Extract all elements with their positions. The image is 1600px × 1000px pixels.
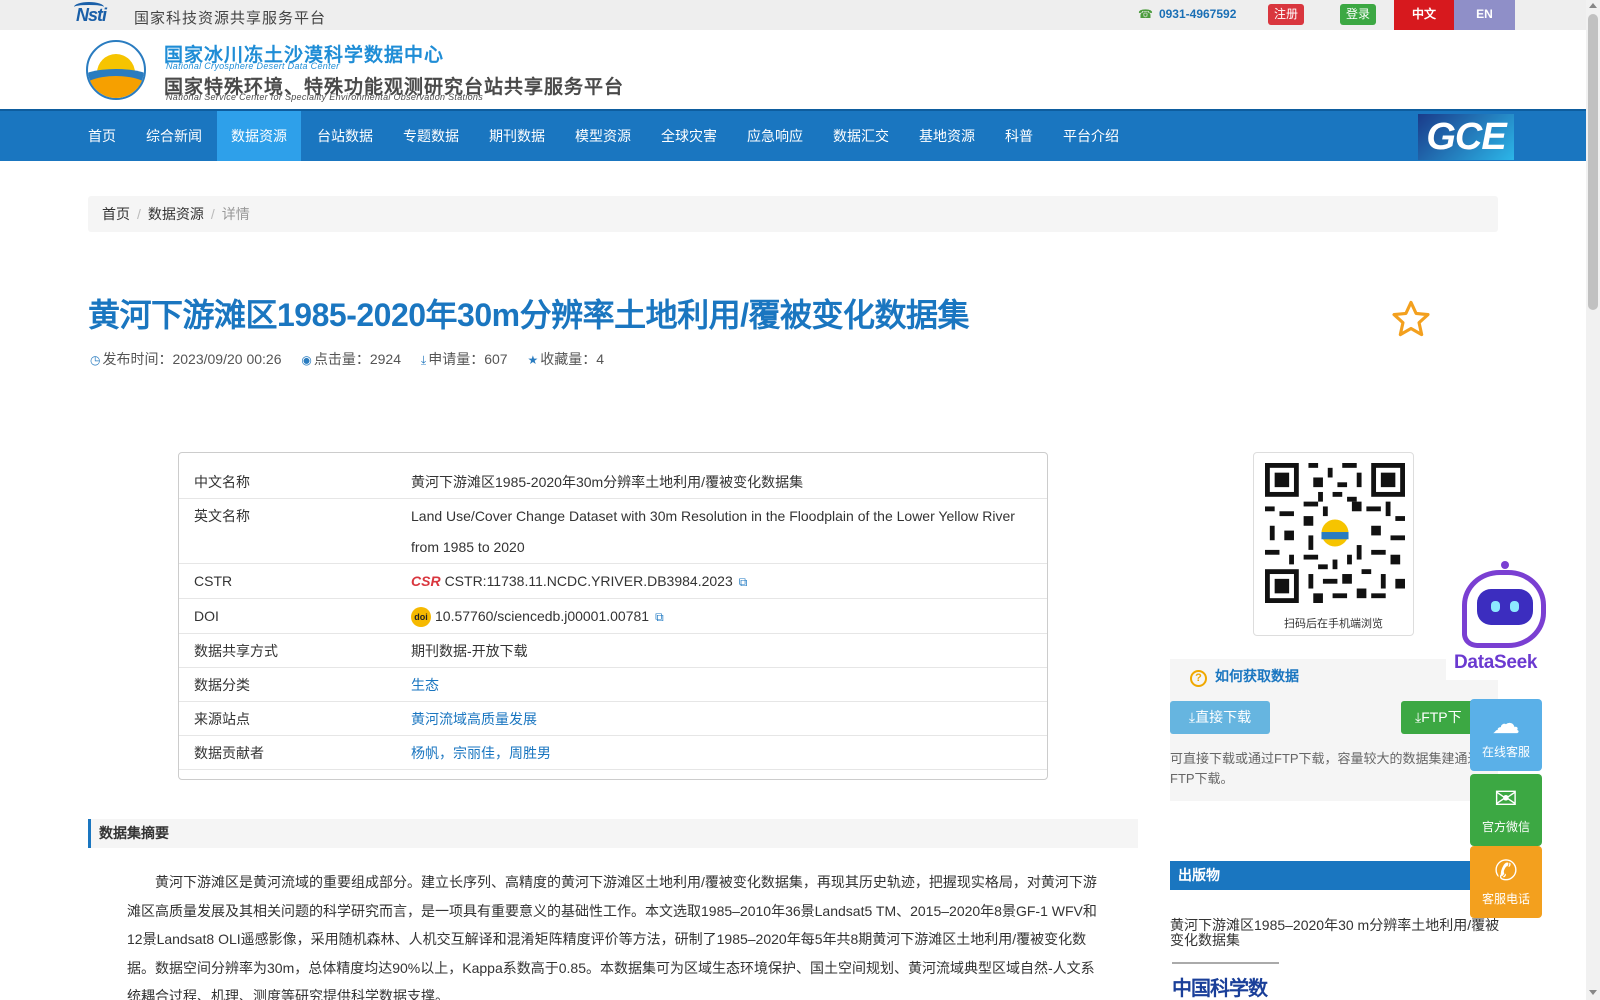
- info-row-category: 数据分类 生态: [179, 668, 1047, 702]
- scroll-up-icon[interactable]: [1589, 3, 1597, 8]
- site-header: 国家冰川冻土沙漠科学数据中心 National Cryosphere Deser…: [0, 30, 1586, 109]
- get-data-heading: ? 如何获取数据: [1190, 666, 1299, 687]
- get-data-description: 可直接下载或通过FTP下载，容量较大的数据集建通过FTP下载。: [1170, 751, 1481, 786]
- info-row-doi: DOI doi 10.57760/sciencedb.j00001.00781 ⧉: [179, 599, 1047, 634]
- info-row-cstr: CSTR CSR CSTR:11738.11.NCDC.YRIVER.DB3984…: [179, 564, 1047, 599]
- login-button[interactable]: 登录: [1340, 4, 1377, 25]
- info-row-source-station: 来源站点 黄河流域高质量发展: [179, 702, 1047, 736]
- category-link[interactable]: 生态: [411, 668, 1047, 701]
- top-bar: Nsti 国家科技资源共享服务平台 ☎ 0931-4967592 注册 登录 中文…: [0, 0, 1586, 30]
- qr-code-box: 扫码后在手机端浏览: [1253, 452, 1414, 636]
- nav-item-about[interactable]: 平台介绍: [1049, 111, 1133, 161]
- cstr-logo: CSR: [411, 573, 441, 589]
- qr-caption: 扫码后在手机端浏览: [1284, 618, 1383, 630]
- info-row-contributors: 数据贡献者 杨帆，宗丽佳，周胜男: [179, 736, 1047, 770]
- dataset-meta: ◷ 发布时间：2023/09/20 00:26 ◉ 点击量：2924 ⤓ 申请量：60…: [90, 349, 620, 369]
- nav-item-data-submission[interactable]: 数据汇交: [819, 111, 903, 161]
- clock-icon: ◷: [90, 353, 101, 367]
- external-link-icon[interactable]: ⧉: [655, 610, 664, 624]
- nav-item-emergency[interactable]: 应急响应: [733, 111, 817, 161]
- platform-title[interactable]: 国家科技资源共享服务平台: [134, 7, 326, 28]
- breadcrumb-data-resources[interactable]: 数据资源: [148, 206, 204, 222]
- publications-heading: 出版物: [1170, 861, 1498, 890]
- nav-item-base-resources[interactable]: 基地资源: [905, 111, 989, 161]
- source-station-link[interactable]: 黄河流域高质量发展: [411, 702, 1047, 735]
- nav-item-global-disasters[interactable]: 全球灾害: [647, 111, 731, 161]
- page-scrollbar[interactable]: [1586, 0, 1600, 1000]
- cstr-link[interactable]: CSTR:11738.11.NCDC.YRIVER.DB3984.2023: [445, 573, 733, 589]
- nav-item-journal-data[interactable]: 期刊数据: [475, 111, 559, 161]
- contributors-link[interactable]: 杨帆，宗丽佳，周胜男: [411, 736, 1047, 769]
- breadcrumb-current: 详情: [221, 206, 250, 222]
- page-title: 黄河下游滩区1985-2020年30m分辨率土地利用/覆被变化数据集: [88, 297, 969, 333]
- ncdc-emblem-icon[interactable]: [86, 40, 146, 100]
- nav-item-model-resources[interactable]: 模型资源: [561, 111, 645, 161]
- nav-item-popular-science[interactable]: 科普: [991, 111, 1047, 161]
- phone-number: ☎ 0931-4967592: [1138, 7, 1237, 21]
- register-button[interactable]: 注册: [1268, 4, 1305, 25]
- scroll-thumb[interactable]: [1588, 14, 1598, 310]
- doi-logo: doi: [411, 607, 431, 628]
- publish-time: ◷ 发布时间：2023/09/20 00:26: [90, 351, 282, 367]
- nav-item-topic-data[interactable]: 专题数据: [389, 111, 473, 161]
- lang-zh-button[interactable]: 中文: [1394, 0, 1454, 30]
- nav-item-station-data[interactable]: 台站数据: [303, 111, 387, 161]
- online-service-button[interactable]: ☁ 在线客服: [1470, 699, 1542, 771]
- info-row-sharing: 数据共享方式 期刊数据-开放下载: [179, 634, 1047, 668]
- direct-download-button[interactable]: ⤓直接下载: [1170, 701, 1270, 734]
- favorite-star-icon[interactable]: [1390, 298, 1432, 340]
- dataset-info-table: 中文名称 黄河下游滩区1985-2020年30m分辨率土地利用/覆被变化数据集 …: [178, 452, 1048, 780]
- breadcrumb-separator: /: [210, 206, 215, 222]
- china-scientific-data-logo[interactable]: 中国科学数据: [1172, 962, 1279, 1000]
- eye-icon: ◉: [301, 353, 312, 367]
- header-title-en: National Cryosphere Desert Data Center: [166, 61, 340, 71]
- download-icon: ⤓: [420, 353, 427, 367]
- nav-item-news[interactable]: 综合新闻: [132, 111, 216, 161]
- breadcrumb-separator: /: [137, 206, 141, 222]
- qr-code-icon: [1265, 463, 1405, 603]
- main-nav: 首页 综合新闻 数据资源 台站数据 专题数据 期刊数据 模型资源 全球灾害 应急…: [0, 109, 1586, 161]
- nav-item-home[interactable]: 首页: [74, 111, 130, 161]
- abstract-text: 黄河下游滩区是黄河流域的重要组成部分。建立长序列、高精度的黄河下游滩区土地利用/…: [127, 874, 1097, 1000]
- lang-en-button[interactable]: EN: [1454, 0, 1515, 30]
- info-row-cn-name: 中文名称 黄河下游滩区1985-2020年30m分辨率土地利用/覆被变化数据集: [179, 465, 1047, 499]
- chat-bubble-icon: ☁: [1492, 708, 1520, 739]
- phone-icon: ✆: [1494, 855, 1518, 886]
- service-phone-button[interactable]: ✆ 客服电话: [1470, 846, 1542, 918]
- wechat-icon: ✉: [1494, 783, 1518, 814]
- request-count: ⤓ 申请量：607: [420, 351, 508, 367]
- phone-icon: ☎: [1138, 7, 1153, 21]
- dataseek-label: DataSeek: [1454, 652, 1538, 673]
- nav-item-data-resources[interactable]: 数据资源: [217, 111, 301, 161]
- gce-logo[interactable]: GCE: [1418, 114, 1514, 160]
- breadcrumb: 首页 / 数据资源 / 详情: [88, 196, 1498, 232]
- view-count: ◉ 点击量：2924: [301, 351, 402, 367]
- scroll-down-icon[interactable]: [1589, 990, 1597, 995]
- abstract-heading: 数据集摘要: [88, 819, 1138, 848]
- favorite-count: ★ 收藏量：4: [527, 351, 605, 367]
- dataseek-widget[interactable]: DataSeek: [1446, 561, 1558, 680]
- wechat-button[interactable]: ✉ 官方微信: [1470, 774, 1542, 846]
- info-row-en-name: 英文名称 Land Use/Cover Change Dataset with …: [179, 499, 1047, 564]
- question-icon: ?: [1190, 670, 1207, 687]
- breadcrumb-home[interactable]: 首页: [102, 206, 130, 222]
- star-icon: ★: [527, 353, 539, 367]
- nsti-logo[interactable]: Nsti: [74, 2, 107, 26]
- header-subtitle-en: National Service Center for Speciality E…: [166, 92, 484, 102]
- external-link-icon[interactable]: ⧉: [739, 575, 748, 589]
- publication-title[interactable]: 黄河下游滩区1985–2020年30 m分辨率土地利用/覆被变化数据集: [1170, 918, 1500, 948]
- doi-link[interactable]: 10.57760/sciencedb.j00001.00781: [435, 608, 649, 624]
- robot-icon: [1462, 561, 1546, 648]
